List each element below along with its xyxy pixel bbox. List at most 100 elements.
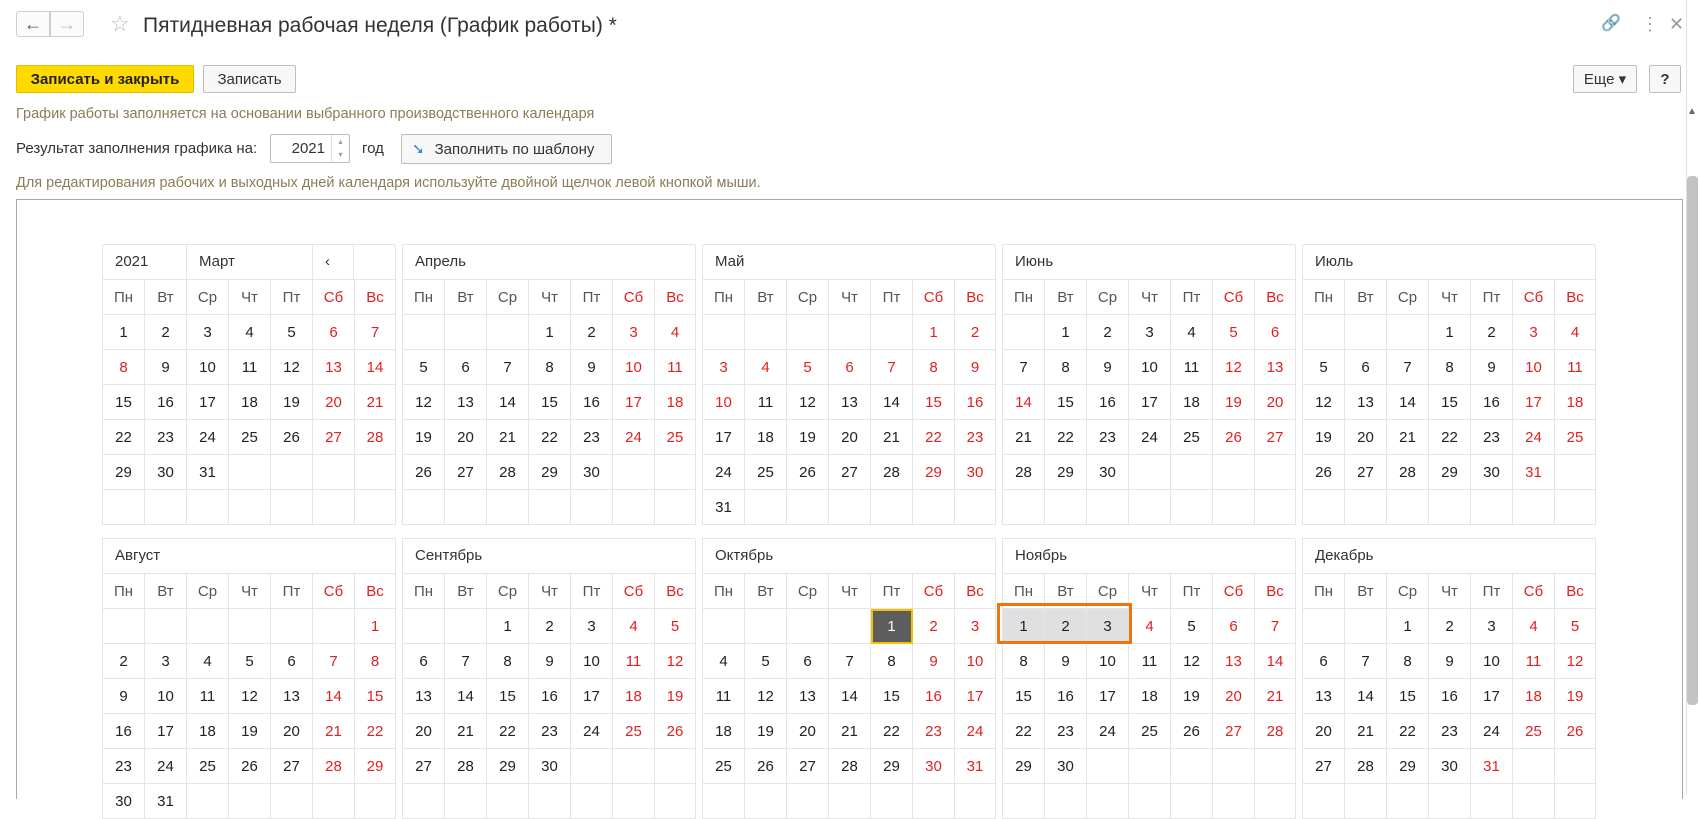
day-cell[interactable]: 12: [1555, 644, 1596, 679]
day-cell[interactable]: 20: [1303, 714, 1345, 749]
day-cell[interactable]: 28: [445, 749, 487, 784]
day-cell[interactable]: 27: [445, 455, 487, 490]
day-cell[interactable]: 15: [871, 679, 913, 714]
day-cell[interactable]: 26: [745, 749, 787, 784]
day-cell[interactable]: 30: [571, 455, 613, 490]
day-cell[interactable]: 22: [487, 714, 529, 749]
day-cell[interactable]: 17: [1471, 679, 1513, 714]
day-cell[interactable]: 26: [655, 714, 696, 749]
day-cell[interactable]: 5: [655, 609, 696, 644]
day-cell[interactable]: 3: [187, 315, 229, 350]
day-cell[interactable]: 13: [403, 679, 445, 714]
day-cell[interactable]: 17: [703, 420, 745, 455]
day-cell[interactable]: 9: [529, 644, 571, 679]
day-cell[interactable]: 17: [1513, 385, 1555, 420]
day-cell[interactable]: 19: [745, 714, 787, 749]
day-cell[interactable]: 4: [703, 644, 745, 679]
day-cell[interactable]: 5: [271, 315, 313, 350]
day-cell[interactable]: 18: [1171, 385, 1213, 420]
day-cell[interactable]: 17: [955, 679, 996, 714]
day-cell[interactable]: 21: [1003, 420, 1045, 455]
day-cell[interactable]: 27: [829, 455, 871, 490]
day-cell[interactable]: 20: [271, 714, 313, 749]
day-cell[interactable]: 10: [571, 644, 613, 679]
day-cell[interactable]: 12: [745, 679, 787, 714]
day-cell[interactable]: 2: [145, 315, 187, 350]
day-cell[interactable]: 7: [1003, 350, 1045, 385]
day-cell[interactable]: 29: [913, 455, 955, 490]
day-cell[interactable]: 14: [313, 679, 355, 714]
day-cell[interactable]: 14: [487, 385, 529, 420]
day-cell[interactable]: 24: [1471, 714, 1513, 749]
day-cell[interactable]: 9: [1045, 644, 1087, 679]
day-cell[interactable]: 17: [613, 385, 655, 420]
day-cell[interactable]: 15: [355, 679, 396, 714]
day-cell[interactable]: 22: [103, 420, 145, 455]
day-cell[interactable]: 27: [313, 420, 355, 455]
day-cell[interactable]: 22: [1429, 420, 1471, 455]
day-cell[interactable]: 2: [1429, 609, 1471, 644]
day-cell[interactable]: 29: [1429, 455, 1471, 490]
day-cell[interactable]: 9: [145, 350, 187, 385]
day-cell[interactable]: 28: [313, 749, 355, 784]
day-cell[interactable]: 3: [571, 609, 613, 644]
day-cell[interactable]: 23: [913, 714, 955, 749]
day-cell[interactable]: 10: [1471, 644, 1513, 679]
day-cell[interactable]: 30: [1429, 749, 1471, 784]
day-cell[interactable]: 12: [787, 385, 829, 420]
day-cell[interactable]: 25: [229, 420, 271, 455]
day-cell[interactable]: 6: [403, 644, 445, 679]
day-cell[interactable]: 27: [1345, 455, 1387, 490]
link-icon[interactable]: 🔗: [1601, 14, 1621, 34]
day-cell[interactable]: 29: [529, 455, 571, 490]
day-cell[interactable]: 21: [355, 385, 396, 420]
day-cell[interactable]: 17: [1087, 679, 1129, 714]
day-cell[interactable]: 11: [613, 644, 655, 679]
day-cell[interactable]: 23: [103, 749, 145, 784]
day-cell[interactable]: 14: [829, 679, 871, 714]
day-cell[interactable]: 1: [1429, 315, 1471, 350]
day-cell[interactable]: 25: [1555, 420, 1596, 455]
day-cell[interactable]: 4: [187, 644, 229, 679]
day-cell[interactable]: 11: [187, 679, 229, 714]
day-cell[interactable]: 22: [913, 420, 955, 455]
day-cell[interactable]: 27: [1255, 420, 1296, 455]
day-cell[interactable]: 13: [1213, 644, 1255, 679]
day-cell[interactable]: 23: [1045, 714, 1087, 749]
day-cell[interactable]: 26: [1171, 714, 1213, 749]
help-button[interactable]: ?: [1649, 65, 1681, 93]
day-cell[interactable]: 20: [1345, 420, 1387, 455]
more-menu-button[interactable]: Еще ▾: [1573, 65, 1637, 93]
day-cell[interactable]: 15: [1387, 679, 1429, 714]
day-cell[interactable]: 6: [1345, 350, 1387, 385]
day-cell[interactable]: 17: [145, 714, 187, 749]
day-cell[interactable]: 3: [1471, 609, 1513, 644]
day-cell[interactable]: 6: [445, 350, 487, 385]
day-cell[interactable]: 13: [1255, 350, 1296, 385]
day-cell[interactable]: 18: [703, 714, 745, 749]
day-cell[interactable]: 26: [403, 455, 445, 490]
day-cell[interactable]: 23: [1471, 420, 1513, 455]
day-cell[interactable]: 17: [571, 679, 613, 714]
day-cell[interactable]: 12: [1171, 644, 1213, 679]
day-cell[interactable]: 1: [355, 609, 396, 644]
day-cell[interactable]: 8: [1045, 350, 1087, 385]
day-cell[interactable]: 25: [1513, 714, 1555, 749]
day-cell[interactable]: 4: [1171, 315, 1213, 350]
day-cell[interactable]: 16: [145, 385, 187, 420]
day-cell[interactable]: 27: [1213, 714, 1255, 749]
day-cell[interactable]: 10: [955, 644, 996, 679]
day-cell[interactable]: 6: [1303, 644, 1345, 679]
day-cell[interactable]: 8: [1429, 350, 1471, 385]
day-cell[interactable]: 16: [1471, 385, 1513, 420]
day-cell[interactable]: 24: [1513, 420, 1555, 455]
day-cell[interactable]: 9: [1471, 350, 1513, 385]
day-cell[interactable]: 30: [1087, 455, 1129, 490]
save-and-close-button[interactable]: Записать и закрыть: [16, 65, 194, 93]
day-cell[interactable]: 14: [871, 385, 913, 420]
day-cell[interactable]: 5: [403, 350, 445, 385]
day-cell[interactable]: 23: [1087, 420, 1129, 455]
day-cell[interactable]: 4: [1129, 609, 1171, 644]
day-cell[interactable]: 14: [1255, 644, 1296, 679]
day-cell[interactable]: 19: [787, 420, 829, 455]
